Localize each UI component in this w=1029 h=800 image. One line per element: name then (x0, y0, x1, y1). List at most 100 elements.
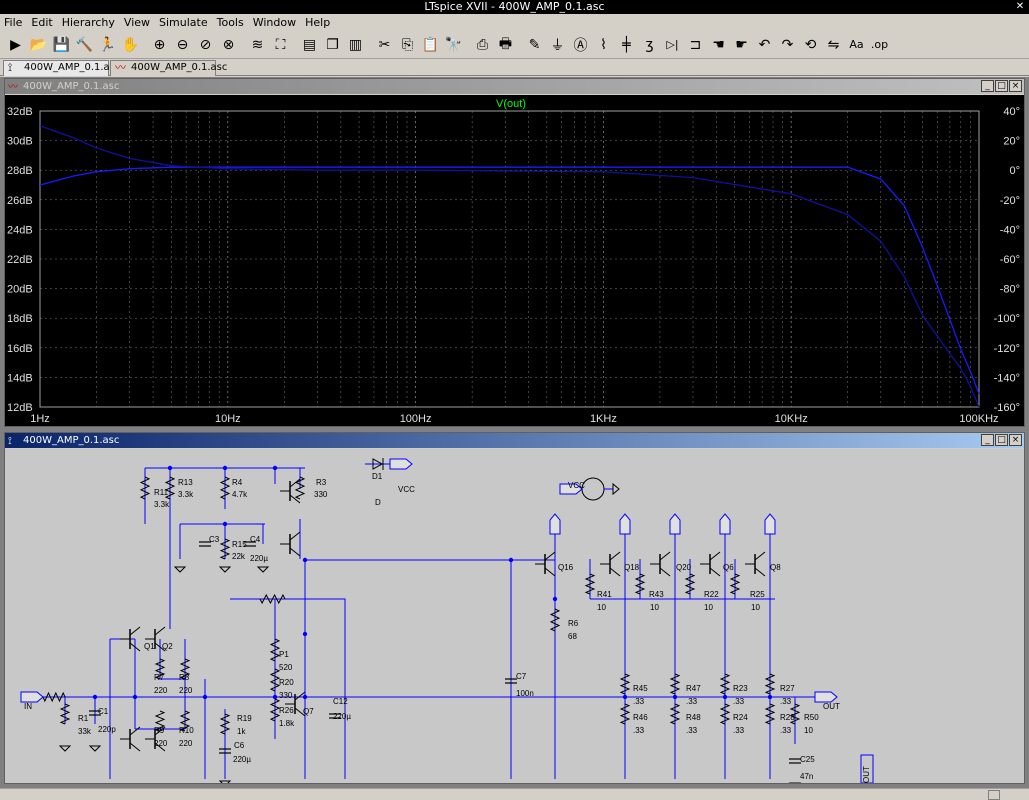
rotate-icon[interactable]: ⟲ (799, 33, 822, 57)
component-label: 330 (314, 490, 328, 499)
y-tick-label: 32dB (7, 106, 33, 118)
tile-horizontal-icon[interactable]: ▤ (298, 33, 321, 57)
plot-window-title[interactable]: 〰 400W_AMP_0.1.asc _ □ × (5, 79, 1024, 94)
component-icon[interactable]: ⊐ (684, 33, 707, 57)
component-label: 33k (78, 727, 92, 736)
menu-tools[interactable]: Tools (217, 16, 244, 29)
draw-wire-icon[interactable]: ✎ (523, 33, 546, 57)
zoom-in-icon[interactable]: ⊕ (148, 33, 171, 57)
y2-tick-label: -20° (1000, 195, 1020, 207)
plot-window-title-text: 400W_AMP_0.1.asc (23, 81, 120, 92)
save-icon[interactable]: 💾 (50, 33, 73, 57)
menu-window[interactable]: Window (253, 16, 296, 29)
tab-label: 400W_AMP_0.1.asc (24, 62, 121, 73)
component-label: R50 (804, 713, 819, 722)
maximize-button[interactable]: □ (995, 434, 1008, 446)
hand-icon[interactable]: ✋ (119, 33, 142, 57)
resistor-icon[interactable]: ⌇ (592, 33, 615, 57)
mirror-icon[interactable]: ⇋ (822, 33, 845, 57)
junction-dot (622, 694, 628, 700)
component-label: 100n (516, 689, 534, 698)
toolbar: ▶ 📂 💾 🔨 🏃 ✋ ⊕ ⊖ ⊘ ⊗ ≋ ⛶ ▤ ❐ ▥ ✂ ⎘ 📋 🔭 ⎙ 🖶 ✎ ⏚ Ⓐ ⌇ ╪ ʒ ▷| ⊐ ☚ ☛ ↶ ↷ ⟲ ⇋ Aa .o… (0, 31, 1029, 59)
menu-hierarchy[interactable]: Hierarchy (62, 16, 115, 29)
component-label: .33 (686, 726, 698, 735)
component-label: 10 (751, 603, 760, 612)
menu-file[interactable]: File (4, 16, 22, 29)
open-icon[interactable]: 📂 (27, 33, 50, 57)
zoom-cancel-icon[interactable]: ⊗ (217, 33, 240, 57)
y-tick-label: 16dB (7, 343, 33, 355)
component-label: R26 (279, 706, 294, 715)
tile-vertical-icon[interactable]: ▥ (344, 33, 367, 57)
inductor-icon[interactable]: ʒ (638, 33, 661, 57)
bode-plot[interactable]: 12dB 14dB 16dB 18dB 20dB 22dB 24dB 26dB 28dB 30dB… (5, 95, 1024, 426)
component-label: C7 (516, 672, 527, 681)
tab-bar: ⟟ 400W_AMP_0.1.asc 〰 400W_AMP_0.1.asc (0, 59, 1029, 76)
minimize-button[interactable]: _ (981, 434, 994, 446)
capacitor-icon[interactable]: ╪ (615, 33, 638, 57)
menu-simulate[interactable]: Simulate (159, 16, 208, 29)
redo-icon[interactable]: ↷ (776, 33, 799, 57)
tab-waveform[interactable]: 〰 400W_AMP_0.1.asc (110, 60, 227, 76)
zoom-fit-icon[interactable]: ⛶ (269, 33, 292, 57)
menu-view[interactable]: View (124, 16, 150, 29)
junction-dot (767, 694, 773, 700)
close-window-icon[interactable]: ✕ (1014, 1, 1026, 12)
app-titlebar: LTspice XVII - 400W_AMP_0.1.asc ✕ (0, 0, 1029, 14)
junction-dot (302, 557, 308, 563)
print-preview-icon[interactable]: ⎙ (471, 33, 494, 57)
halt-icon[interactable]: 🏃 (96, 33, 119, 57)
y2-tick-label: 0° (1009, 165, 1020, 177)
cut-icon[interactable]: ✂ (373, 33, 396, 57)
undo-icon[interactable]: ↶ (753, 33, 776, 57)
move-icon[interactable]: ☚ (707, 33, 730, 57)
drag-icon[interactable]: ☛ (730, 33, 753, 57)
schematic-window-title-text: 400W_AMP_0.1.asc (23, 435, 120, 446)
minimize-button[interactable]: _ (981, 80, 994, 92)
schematic-window-title[interactable]: ⟟ 400W_AMP_0.1.asc _ □ × (5, 433, 1024, 448)
close-button[interactable]: × (1009, 434, 1022, 446)
autoscale-icon[interactable]: ≋ (246, 33, 269, 57)
component-label: Q18 (624, 563, 640, 572)
horizontal-scrollbar[interactable] (0, 788, 1029, 800)
component-label: Q20 (676, 563, 692, 572)
component-label: Q16 (558, 563, 574, 572)
zoom-out-icon[interactable]: ⊖ (171, 33, 194, 57)
zoom-back-icon[interactable]: ⊘ (194, 33, 217, 57)
x-tick-label: 10Hz (215, 413, 241, 425)
close-button[interactable]: × (1009, 80, 1022, 92)
spice-directive-icon[interactable]: .op (868, 33, 891, 57)
run-icon[interactable]: ▶ (4, 33, 27, 57)
x-tick-label: 10KHz (775, 413, 808, 425)
schematic-canvas[interactable]: D1 D VCC R11 3.3k R13 3.3k R4 4.7k R3 330 C3 R15 22k C… (5, 449, 1024, 783)
y2-tick-label: -100° (994, 313, 1020, 325)
find-icon[interactable]: 🔭 (442, 33, 465, 57)
text-icon[interactable]: Aa (845, 33, 868, 57)
ground-icon[interactable]: ⏚ (546, 33, 569, 57)
component-label: 47n (800, 772, 813, 781)
label-net-icon[interactable]: Ⓐ (569, 33, 592, 57)
junction-dot (222, 521, 228, 527)
waveform-icon: 〰 (8, 82, 18, 93)
y-tick-label: 30dB (7, 136, 33, 148)
component-label: Q8 (770, 563, 781, 572)
control-panel-icon[interactable]: 🔨 (73, 33, 96, 57)
menu-edit[interactable]: Edit (31, 16, 52, 29)
component-label: R43 (649, 590, 664, 599)
menu-bar: File Edit Hierarchy View Simulate Tools Window… (0, 14, 1029, 31)
cascade-icon[interactable]: ❐ (321, 33, 344, 57)
component-label: Q1 (144, 642, 155, 651)
maximize-button[interactable]: □ (995, 80, 1008, 92)
component-label: R9 (154, 726, 165, 735)
menu-help[interactable]: Help (305, 16, 330, 29)
copy-icon[interactable]: ⎘ (396, 33, 419, 57)
print-icon[interactable]: 🖶 (494, 33, 517, 57)
tab-schematic[interactable]: ⟟ 400W_AMP_0.1.asc (3, 60, 120, 76)
junction-dot (552, 596, 558, 602)
y-tick-label: 18dB (7, 313, 33, 325)
scrollbar-thumb[interactable] (988, 790, 1000, 800)
paste-icon[interactable]: 📋 (419, 33, 442, 57)
diode-icon[interactable]: ▷| (661, 33, 684, 57)
component-label: Q7 (303, 707, 314, 716)
junction-dot (272, 465, 278, 471)
